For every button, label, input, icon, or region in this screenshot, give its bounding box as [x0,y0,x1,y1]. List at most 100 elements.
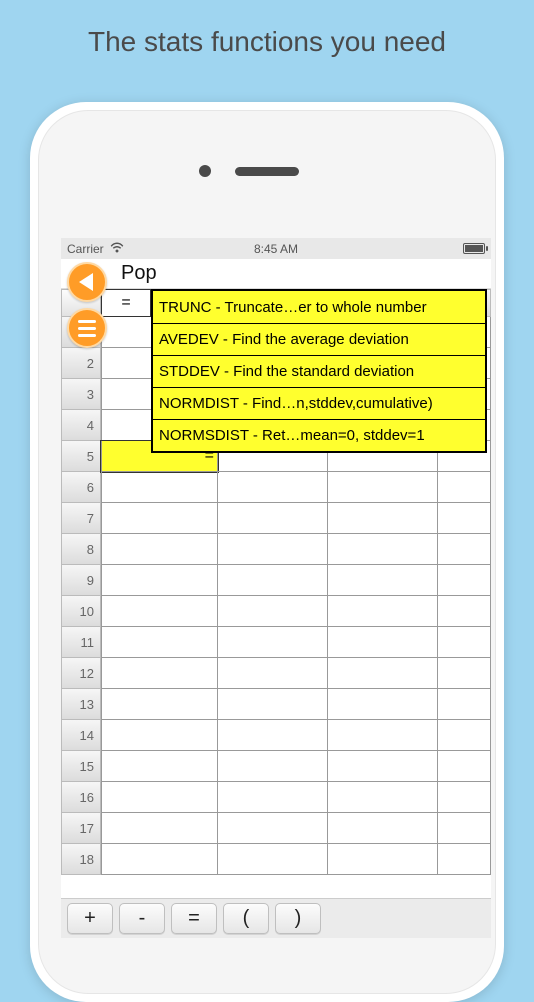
cell[interactable] [101,472,218,503]
cell[interactable] [438,689,491,720]
function-option[interactable]: NORMSDIST - Ret…mean=0, stddev=1 [153,419,485,451]
cell[interactable] [328,503,438,534]
table-row [101,689,491,720]
cell[interactable] [218,627,328,658]
key-minus[interactable]: - [119,903,165,934]
cell[interactable] [218,751,328,782]
cell[interactable] [438,534,491,565]
row-header-column: 123456789101112131415161718 [61,289,101,898]
function-option[interactable]: STDDEV - Find the standard deviation [153,355,485,387]
menu-button[interactable] [67,308,107,348]
key-equals[interactable]: = [171,903,217,934]
cell[interactable] [328,534,438,565]
cell[interactable] [101,534,218,565]
function-option[interactable]: TRUNC - Truncate…er to whole number [153,291,485,323]
cell[interactable] [328,751,438,782]
function-option[interactable]: NORMDIST - Find…n,stddev,cumulative) [153,387,485,419]
row-header[interactable]: 6 [61,472,101,503]
phone-frame: Carrier 8:45 AM Pop 1 [30,102,504,1002]
row-header[interactable]: 8 [61,534,101,565]
row-header[interactable]: 13 [61,689,101,720]
cell[interactable] [218,534,328,565]
sheet-title: Pop [121,262,157,285]
menu-icon [78,320,96,337]
row-header[interactable]: 11 [61,627,101,658]
cell[interactable] [328,472,438,503]
cell[interactable] [101,720,218,751]
cell[interactable] [438,751,491,782]
back-button[interactable] [67,262,107,302]
cell[interactable] [218,689,328,720]
cell[interactable] [438,813,491,844]
cell[interactable] [438,472,491,503]
row-header[interactable]: 7 [61,503,101,534]
cell[interactable] [218,813,328,844]
row-header[interactable]: 15 [61,751,101,782]
row-header[interactable]: 12 [61,658,101,689]
cell[interactable] [218,472,328,503]
cell[interactable] [438,844,491,875]
title-bar: Pop [61,259,491,289]
cell[interactable] [101,689,218,720]
key-plus[interactable]: + [67,903,113,934]
row-header[interactable]: 16 [61,782,101,813]
cell[interactable] [328,627,438,658]
table-row [101,534,491,565]
carrier-label: Carrier [67,242,104,256]
cell[interactable] [101,627,218,658]
row-header[interactable]: 2 [61,348,101,379]
cell[interactable] [218,844,328,875]
cell[interactable] [328,813,438,844]
cell[interactable] [328,844,438,875]
cell[interactable] [328,689,438,720]
row-header[interactable]: 14 [61,720,101,751]
cell[interactable] [218,658,328,689]
cell[interactable] [101,751,218,782]
cell[interactable] [328,782,438,813]
row-header[interactable]: 4 [61,410,101,441]
row-header[interactable]: 5 [61,441,101,472]
cell[interactable] [328,720,438,751]
row-header[interactable]: 9 [61,565,101,596]
cell[interactable] [438,782,491,813]
cell[interactable] [438,596,491,627]
cell[interactable] [101,658,218,689]
row-header[interactable]: 17 [61,813,101,844]
cell[interactable] [328,596,438,627]
phone-speaker [235,167,299,176]
cell[interactable] [328,658,438,689]
back-arrow-icon [79,273,93,291]
row-header[interactable]: 10 [61,596,101,627]
cell[interactable] [438,720,491,751]
row-header[interactable]: 18 [61,844,101,875]
cell[interactable] [328,565,438,596]
table-row [101,472,491,503]
key-rparen[interactable]: ) [275,903,321,934]
cell[interactable] [438,658,491,689]
table-row [101,658,491,689]
function-dropdown: TRUNC - Truncate…er to whole numberAVEDE… [151,289,487,453]
cell[interactable] [438,627,491,658]
cell[interactable] [101,782,218,813]
cell[interactable] [438,565,491,596]
table-row [101,503,491,534]
cell[interactable] [218,596,328,627]
key-lparen[interactable]: ( [223,903,269,934]
cell[interactable] [101,503,218,534]
promo-title: The stats functions you need [0,0,534,58]
cell[interactable] [101,596,218,627]
row-header[interactable]: 3 [61,379,101,410]
formula-indicator[interactable]: = [101,289,151,317]
cell[interactable] [101,844,218,875]
table-row [101,720,491,751]
function-option[interactable]: AVEDEV - Find the average deviation [153,323,485,355]
cell[interactable] [218,565,328,596]
table-row [101,627,491,658]
cell[interactable] [218,782,328,813]
cell[interactable] [218,720,328,751]
cell[interactable] [101,813,218,844]
cell[interactable] [218,503,328,534]
spreadsheet: 123456789101112131415161718 = 7788= TRUN… [61,289,491,898]
cell[interactable] [101,565,218,596]
cell[interactable] [438,503,491,534]
